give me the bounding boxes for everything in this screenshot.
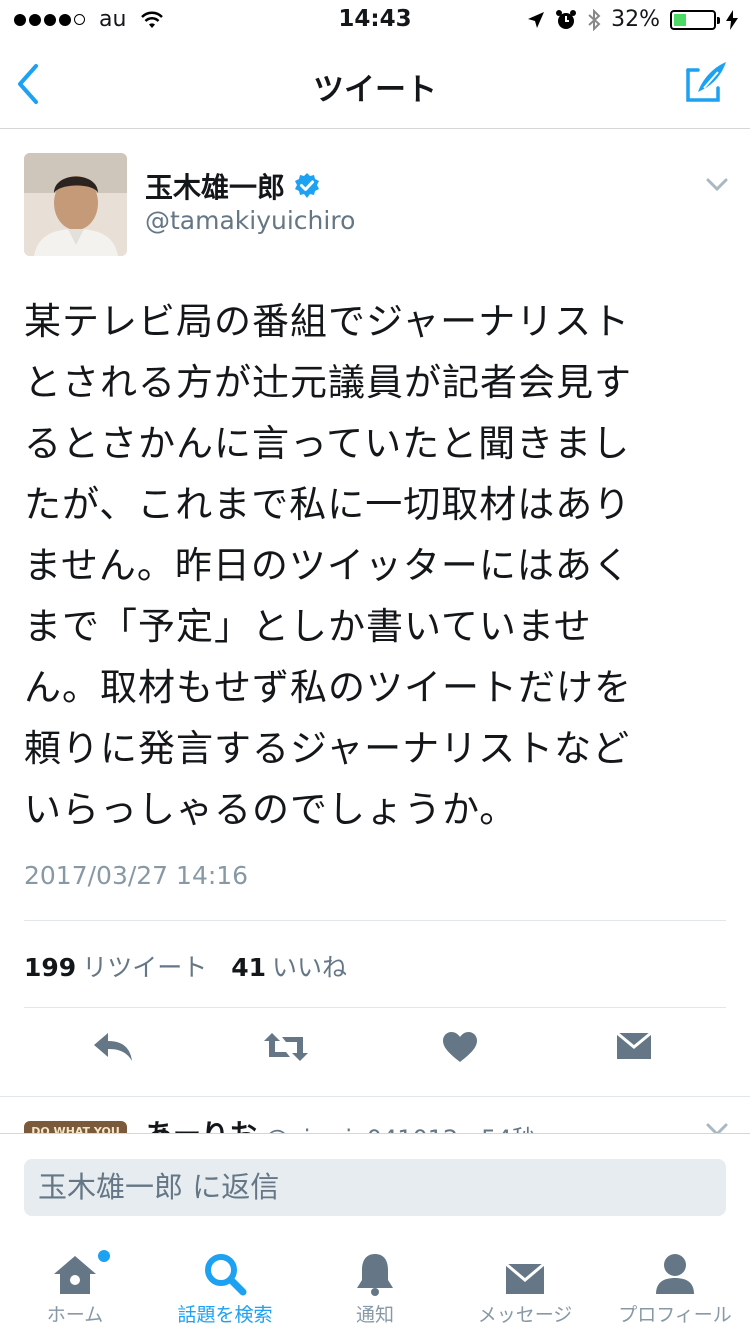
verified-badge-icon: [295, 173, 320, 198]
tweet-line: 某テレビ局の番組でジャーナリスト: [24, 300, 631, 343]
battery-icon: [670, 9, 720, 30]
chevron-down-icon[interactable]: [706, 1123, 728, 1133]
like-label[interactable]: いいね: [272, 948, 347, 984]
battery-percent: 32%: [611, 7, 660, 32]
heart-icon[interactable]: [442, 1031, 478, 1063]
retweet-icon[interactable]: [262, 1031, 310, 1063]
notification-dot: [96, 1248, 112, 1264]
location-arrow-icon: [528, 11, 545, 28]
reply-icon[interactable]: [92, 1031, 134, 1063]
avatar[interactable]: DO WHAT YOU: [24, 1121, 127, 1133]
tab-messages[interactable]: メッセージ: [450, 1236, 600, 1327]
reply-bar: 玉木雄一郎 に返信: [0, 1133, 750, 1237]
reply-input[interactable]: 玉木雄一郎 に返信: [24, 1159, 726, 1216]
divider: [24, 1007, 726, 1008]
compose-tweet-icon[interactable]: [684, 60, 728, 104]
chevron-down-icon[interactable]: [706, 178, 728, 192]
tweet-stats: 199 リツイート 41 いいね: [24, 948, 347, 984]
divider: [24, 920, 726, 921]
profile-icon: [656, 1254, 694, 1294]
nav-bar: ツイート: [0, 40, 750, 129]
tweet-timestamp: 2017/03/27 14:16: [24, 861, 249, 890]
tweet-line: ん。取材もせず私のツイートだけを: [24, 666, 632, 709]
avatar[interactable]: [24, 153, 127, 256]
tweet-text: 某テレビ局の番組でジャーナリスト とされる方が辻元議員が記者会見す るとさかんに…: [24, 291, 714, 840]
tweet-line: ません。昨日のツイッターにはあく: [24, 544, 631, 587]
home-icon: [54, 1256, 96, 1294]
tweet-line: いらっしゃるのでしょうか。: [24, 788, 518, 831]
tab-bar: ホーム 話題を検索 通知 メッセージ プロフィール: [0, 1236, 750, 1334]
tweet-line: 頼りに発言するジャーナリストなど: [24, 727, 631, 770]
next-tweet-author[interactable]: あーりお: [145, 1113, 257, 1133]
like-count[interactable]: 41: [231, 953, 266, 982]
tab-label: 話題を検索: [177, 1304, 273, 1326]
status-bar: au 14:43 32%: [0, 0, 750, 40]
next-tweet[interactable]: DO WHAT YOU あーりお @airurio041012 · 54秒: [0, 1097, 750, 1133]
tweet-actions: [0, 1023, 750, 1083]
search-icon: [205, 1254, 247, 1296]
bluetooth-icon: [588, 8, 601, 31]
tab-label: メッセージ: [477, 1304, 573, 1326]
retweet-label[interactable]: リツイート: [82, 948, 207, 984]
tab-label: ホーム: [46, 1304, 104, 1326]
bell-icon: [357, 1254, 393, 1296]
tweet-line: とされる方が辻元議員が記者会見す: [24, 361, 632, 404]
charging-icon: [726, 9, 738, 30]
direct-message-icon[interactable]: [615, 1031, 653, 1063]
tweet-line: たが、これまで私に一切取材はあり: [24, 483, 632, 526]
tab-search[interactable]: 話題を検索: [150, 1236, 300, 1327]
tweet-line: るとさかんに言っていたと聞きまし: [24, 422, 631, 465]
tab-label: プロフィール: [618, 1304, 732, 1326]
tab-profile[interactable]: プロフィール: [600, 1236, 750, 1327]
retweet-count[interactable]: 199: [24, 953, 76, 982]
author-handle[interactable]: @tamakiyuichiro: [145, 206, 355, 235]
next-tweet-handle: @airurio041012 · 54秒: [265, 1119, 536, 1133]
envelope-icon: [505, 1262, 545, 1294]
author-name[interactable]: 玉木雄一郎: [145, 166, 285, 206]
tweet-line: まで「予定」としか書いていませ: [24, 605, 592, 648]
tab-notifications[interactable]: 通知: [300, 1236, 450, 1327]
tab-home[interactable]: ホーム: [0, 1236, 150, 1327]
alarm-icon: [556, 9, 577, 29]
tab-label: 通知: [355, 1304, 394, 1326]
page-title: ツイート: [313, 72, 437, 108]
